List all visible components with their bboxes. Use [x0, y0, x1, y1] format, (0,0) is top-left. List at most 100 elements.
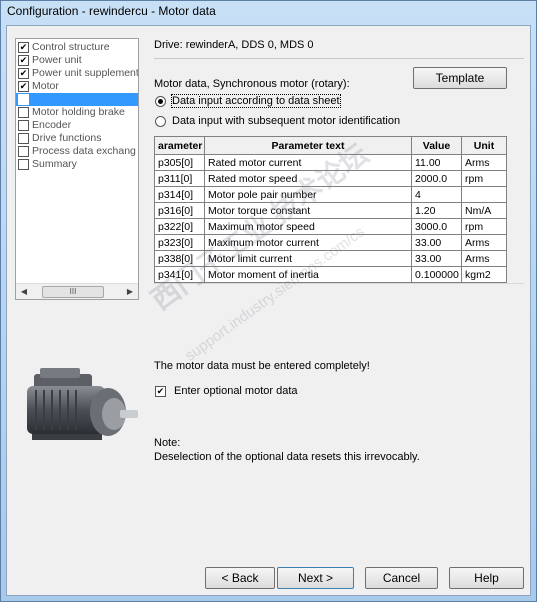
table-row[interactable]: p322[0] Maximum motor speed 3000.0 rpm — [154, 218, 507, 235]
cell-value[interactable]: 3000.0 — [411, 218, 462, 235]
nav-item[interactable]: Motor holding brake — [16, 106, 138, 119]
nav-item[interactable]: ✔ Power unit supplement — [16, 67, 138, 80]
cell-value[interactable]: 1.20 — [411, 202, 462, 219]
nav-item[interactable]: ✔ Motor — [16, 80, 138, 93]
cell-parameter-text: Motor limit current — [204, 250, 412, 267]
scroll-right-icon[interactable]: ▶ — [122, 284, 138, 300]
parameter-table[interactable]: arameter Parameter text Value Unit p305[… — [154, 136, 507, 283]
table-row[interactable]: p316[0] Motor torque constant 1.20 Nm/A — [154, 202, 507, 219]
header-divider — [154, 58, 524, 59]
configuration-window: Configuration - rewindercu - Motor data … — [0, 0, 537, 602]
nav-item[interactable]: Drive functions — [16, 132, 138, 145]
navigation-tree[interactable]: ✔ Control structure ✔ Power unit ✔ Power unit… — [15, 38, 139, 300]
dialog-client-area: ✔ Control structure ✔ Power unit ✔ Power unit… — [6, 25, 531, 596]
cell-unit: rpm — [461, 170, 507, 187]
cell-parameter-text: Motor moment of inertia — [204, 266, 412, 283]
nav-item-label: Process data exchang — [32, 145, 136, 157]
radio-data-sheet[interactable]: Data input according to data sheet — [155, 94, 341, 108]
cell-parameter: p341[0] — [154, 266, 205, 283]
cell-parameter-text: Maximum motor current — [204, 234, 412, 251]
next-button[interactable]: Next > — [277, 567, 354, 589]
nav-item[interactable]: Summary — [16, 158, 138, 171]
column-header-unit[interactable]: Unit — [461, 136, 507, 155]
nav-item-label: Motor data — [32, 93, 83, 105]
template-button[interactable]: Template — [413, 67, 507, 89]
completion-message: The motor data must be entered completel… — [154, 360, 370, 372]
nav-item[interactable]: ✔ Power unit — [16, 54, 138, 67]
table-row[interactable]: p341[0] Motor moment of inertia 0.100000 kg… — [154, 266, 507, 283]
table-row[interactable]: p323[0] Maximum motor current 33.00 Arms — [154, 234, 507, 251]
window-title: Configuration - rewindercu - Motor data — [7, 4, 216, 18]
cell-value[interactable]: 33.00 — [411, 234, 462, 251]
cell-parameter: p311[0] — [154, 170, 205, 187]
nav-item-label: Power unit supplement — [32, 67, 138, 79]
checked-checkbox-icon: ✔ — [18, 55, 29, 66]
cell-parameter-text: Maximum motor speed — [204, 218, 412, 235]
cancel-button[interactable]: Cancel — [365, 567, 438, 589]
cell-unit: Arms — [461, 234, 507, 251]
cell-unit: rpm — [461, 218, 507, 235]
cell-parameter: p323[0] — [154, 234, 205, 251]
optional-data-label: Enter optional motor data — [174, 385, 298, 397]
radio-selected-icon[interactable] — [155, 95, 166, 107]
note-title: Note: — [154, 437, 181, 449]
cell-parameter: p338[0] — [154, 250, 205, 267]
cell-parameter: p314[0] — [154, 186, 205, 203]
drive-label: Drive: rewinderA, DDS 0, MDS 0 — [154, 39, 314, 51]
nav-item[interactable]: Motor data — [16, 93, 138, 106]
unchecked-checkbox-icon — [18, 133, 29, 144]
motor-image — [27, 368, 138, 440]
cell-parameter: p322[0] — [154, 218, 205, 235]
cell-parameter-text: Motor pole pair number — [204, 186, 412, 203]
nav-horizontal-scrollbar[interactable]: ◀ III ▶ — [16, 283, 138, 299]
cell-unit — [461, 186, 507, 203]
nav-item-label: Summary — [32, 158, 77, 170]
unchecked-checkbox-icon — [18, 159, 29, 170]
cell-value[interactable]: 11.00 — [411, 154, 462, 171]
nav-item-label: Motor — [32, 80, 59, 92]
checked-checkbox-icon: ✔ — [18, 81, 29, 92]
table-row[interactable]: p338[0] Motor limit current 33.00 Arms — [154, 250, 507, 267]
cell-value[interactable]: 33.00 — [411, 250, 462, 267]
table-row[interactable]: p314[0] Motor pole pair number 4 — [154, 186, 507, 203]
unchecked-checkbox-icon — [18, 107, 29, 118]
cell-value[interactable]: 2000.0 — [411, 170, 462, 187]
cell-parameter-text: Rated motor current — [204, 154, 412, 171]
table-row[interactable]: p311[0] Rated motor speed 2000.0 rpm — [154, 170, 507, 187]
column-header-parameter[interactable]: arameter — [154, 136, 205, 155]
radio-data-sheet-label: Data input according to data sheet — [171, 94, 341, 108]
cell-unit: Arms — [461, 154, 507, 171]
radio-unselected-icon[interactable] — [155, 115, 166, 127]
cell-value[interactable]: 0.100000 — [411, 266, 462, 283]
nav-item[interactable]: Process data exchang — [16, 145, 138, 158]
nav-item-label: Encoder — [32, 119, 72, 131]
cell-unit: Nm/A — [461, 202, 507, 219]
nav-item-label: Motor holding brake — [32, 106, 125, 118]
cell-unit: kgm2 — [461, 266, 507, 283]
scroll-left-icon[interactable]: ◀ — [16, 284, 32, 300]
cell-parameter: p316[0] — [154, 202, 205, 219]
column-header-parameter-text[interactable]: Parameter text — [204, 136, 412, 155]
help-button[interactable]: Help — [449, 567, 524, 589]
optional-data-checkbox[interactable]: ✔ — [155, 385, 166, 397]
unchecked-checkbox-icon — [18, 146, 29, 157]
unchecked-checkbox-icon — [18, 120, 29, 131]
nav-item[interactable]: ✔ Control structure — [16, 41, 138, 54]
back-button[interactable]: < Back — [205, 567, 275, 589]
scroll-thumb[interactable]: III — [42, 286, 104, 298]
table-header-row: arameter Parameter text Value Unit — [154, 136, 507, 155]
radio-motor-identification[interactable]: Data input with subsequent motor identif… — [155, 115, 400, 127]
checked-checkbox-icon: ✔ — [18, 42, 29, 53]
nav-item[interactable]: Encoder — [16, 119, 138, 132]
checked-checkbox-icon: ✔ — [18, 68, 29, 79]
radio-motor-identification-label: Data input with subsequent motor identif… — [172, 115, 401, 127]
optional-data-checkbox-row[interactable]: ✔ Enter optional motor data — [155, 385, 298, 397]
note-text: Deselection of the optional data resets … — [154, 451, 420, 463]
cell-value[interactable]: 4 — [411, 186, 462, 203]
cell-parameter-text: Motor torque constant — [204, 202, 412, 219]
nav-item-label: Control structure — [32, 41, 110, 53]
table-row[interactable]: p305[0] Rated motor current 11.00 Arms — [154, 154, 507, 171]
column-header-value[interactable]: Value — [411, 136, 462, 155]
section-label: Motor data, Synchronous motor (rotary): — [154, 78, 350, 90]
navigation-list: ✔ Control structure ✔ Power unit ✔ Power unit… — [16, 39, 138, 283]
